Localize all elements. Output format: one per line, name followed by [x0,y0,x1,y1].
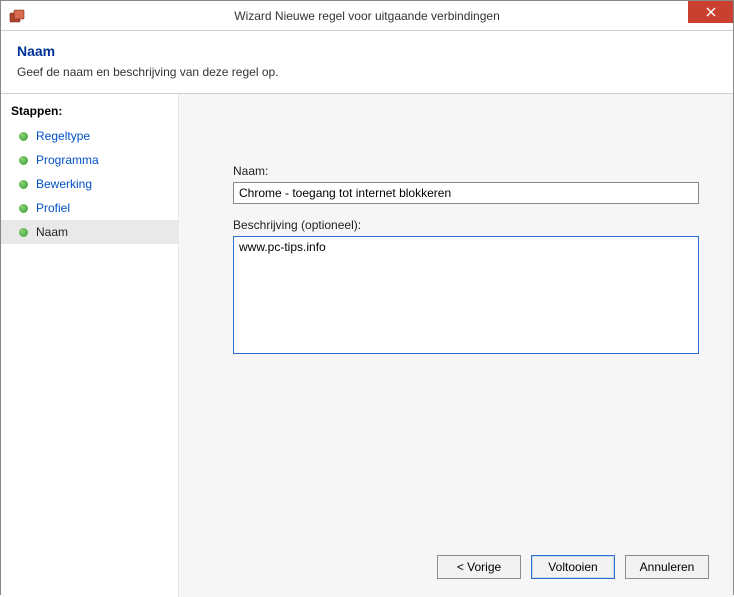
step-label: Regeltype [36,129,90,143]
window-title: Wizard Nieuwe regel voor uitgaande verbi… [1,9,733,23]
step-bewerking[interactable]: Bewerking [1,172,178,196]
close-icon [706,7,716,17]
description-label: Beschrijving (optioneel): [233,218,699,232]
step-regeltype[interactable]: Regeltype [1,124,178,148]
bullet-icon [19,180,28,189]
step-label: Bewerking [36,177,92,191]
button-bar: < Vorige Voltooien Annuleren [437,555,709,579]
page-description: Geef de naam en beschrijving van deze re… [17,65,717,79]
step-label: Programma [36,153,99,167]
name-input[interactable] [233,182,699,204]
close-button[interactable] [688,1,733,23]
step-label: Naam [36,225,68,239]
step-profiel[interactable]: Profiel [1,196,178,220]
step-label: Profiel [36,201,70,215]
name-label: Naam: [233,164,699,178]
cancel-button[interactable]: Annuleren [625,555,709,579]
bullet-icon [19,132,28,141]
app-icon [9,8,25,24]
wizard-body: Stappen: Regeltype Programma Bewerking P… [1,94,733,597]
step-naam[interactable]: Naam [1,220,178,244]
back-button[interactable]: < Vorige [437,555,521,579]
page-title: Naam [17,43,717,59]
bullet-icon [19,204,28,213]
steps-heading: Stappen: [1,100,178,124]
finish-button[interactable]: Voltooien [531,555,615,579]
description-textarea[interactable] [233,236,699,354]
wizard-header: Naam Geef de naam en beschrijving van de… [1,31,733,94]
step-programma[interactable]: Programma [1,148,178,172]
steps-sidebar: Stappen: Regeltype Programma Bewerking P… [1,94,179,597]
bullet-icon [19,228,28,237]
titlebar: Wizard Nieuwe regel voor uitgaande verbi… [1,1,733,31]
main-panel: Naam: Beschrijving (optioneel): < Vorige… [179,94,733,597]
bullet-icon [19,156,28,165]
